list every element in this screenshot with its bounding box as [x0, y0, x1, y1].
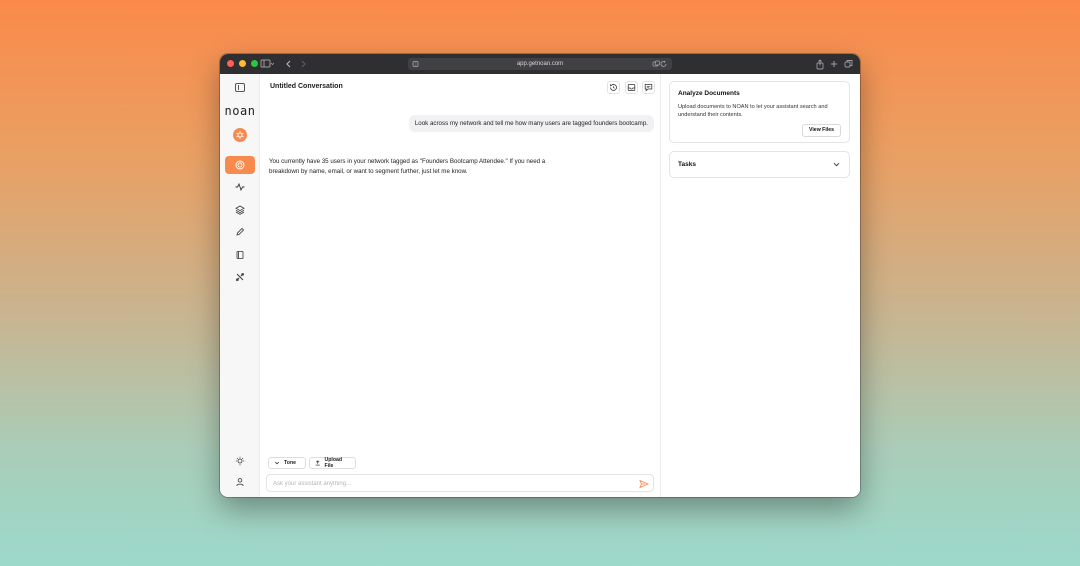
history-button[interactable]: [607, 81, 620, 94]
sidebar-item-ideas[interactable]: [225, 452, 255, 470]
right-panel: Analyze Documents Upload documents to NO…: [660, 74, 860, 497]
target-icon: [235, 160, 245, 170]
history-icon: [609, 84, 617, 91]
send-button[interactable]: [639, 479, 649, 489]
sidebar-item-layers[interactable]: [225, 201, 255, 219]
upload-icon: [315, 460, 320, 466]
browser-titlebar: app.getnoan.com: [220, 54, 860, 74]
workspace-avatar[interactable]: [233, 128, 247, 142]
new-chat-button[interactable]: [642, 81, 655, 94]
inbox-button[interactable]: [625, 81, 638, 94]
chevron-down-icon[interactable]: [832, 160, 841, 169]
send-icon: [639, 479, 649, 489]
back-icon[interactable]: [285, 58, 293, 70]
sidebar-item-assistant[interactable]: [225, 156, 255, 174]
sidebar-item-library[interactable]: [225, 246, 255, 264]
user-message: Look across my network and tell me how m…: [408, 115, 654, 132]
lightbulb-icon: [235, 456, 245, 466]
user-icon: [236, 478, 244, 487]
tab-overview-icon[interactable]: [844, 58, 853, 70]
app-sidebar: noan: [220, 74, 260, 497]
message-input[interactable]: [273, 478, 623, 489]
site-settings-icon[interactable]: [412, 58, 419, 70]
view-files-button[interactable]: View Files: [802, 124, 841, 137]
collapse-sidebar-button[interactable]: [235, 83, 245, 92]
sidebar-item-tools[interactable]: [225, 268, 255, 286]
forward-icon[interactable]: [299, 58, 307, 70]
analyze-documents-description: Upload documents to NOAN to let your ass…: [678, 104, 828, 118]
url-text: app.getnoan.com: [516, 61, 564, 67]
tone-button[interactable]: Tone: [268, 457, 306, 469]
layers-icon: [235, 205, 245, 215]
analyze-documents-card: Analyze Documents Upload documents to NO…: [669, 81, 850, 143]
new-tab-icon[interactable]: [830, 58, 838, 70]
spark-icon: [236, 131, 244, 139]
analyze-documents-title: Analyze Documents: [678, 90, 740, 97]
chat-icon: [644, 84, 653, 92]
message-composer: [266, 474, 654, 492]
app-logo: noan: [224, 104, 256, 118]
sidebar-item-activity[interactable]: [225, 178, 255, 196]
sidebar-item-edit[interactable]: [225, 223, 255, 241]
inbox-icon: [627, 84, 636, 91]
chevron-down-icon: [274, 461, 280, 465]
tasks-title: Tasks: [678, 161, 696, 168]
chat-panel: Untitled Conversation Look across my net…: [260, 74, 660, 497]
tools-icon: [235, 272, 245, 282]
share-icon[interactable]: [816, 58, 824, 70]
upload-file-button[interactable]: Upload File: [309, 457, 356, 469]
browser-window: app.getnoan.com noan Untitled Conversati…: [220, 54, 860, 497]
minimize-window-button[interactable]: [239, 60, 246, 67]
reload-icon[interactable]: [652, 58, 668, 70]
zoom-window-button[interactable]: [251, 60, 258, 67]
assistant-message: You currently have 35 users in your netw…: [269, 158, 546, 175]
window-controls: [227, 60, 258, 67]
sidebar-item-account[interactable]: [225, 473, 255, 491]
upload-file-label: Upload File: [324, 457, 343, 469]
tasks-card[interactable]: Tasks: [669, 151, 850, 178]
sidebar-toggle-icon[interactable]: [260, 58, 274, 70]
close-window-button[interactable]: [227, 60, 234, 67]
tone-label: Tone: [284, 460, 297, 466]
book-icon: [236, 251, 244, 259]
conversation-title: Untitled Conversation: [270, 83, 343, 90]
address-bar[interactable]: app.getnoan.com: [408, 58, 672, 70]
pencil-icon: [236, 227, 245, 236]
pulse-icon: [235, 182, 245, 192]
